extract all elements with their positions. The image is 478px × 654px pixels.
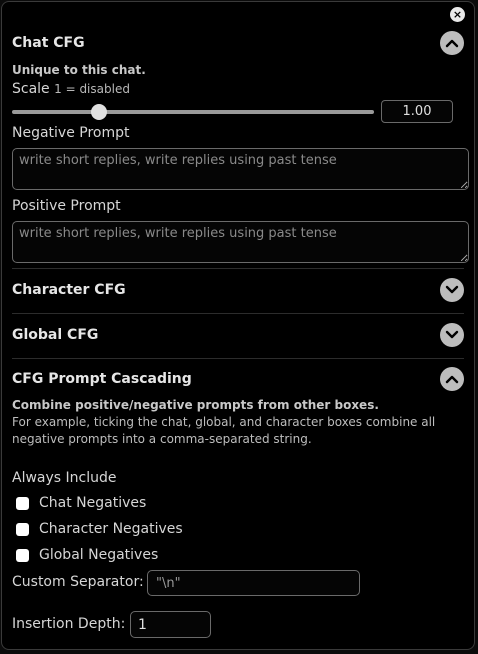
chat-cfg-subtitle: Unique to this chat. bbox=[12, 63, 146, 77]
divider bbox=[12, 358, 464, 359]
scale-slider-thumb[interactable] bbox=[91, 104, 107, 120]
global-negatives-checkbox[interactable] bbox=[16, 549, 29, 562]
chevron-up-icon[interactable] bbox=[440, 31, 464, 55]
global-cfg-title: Global CFG bbox=[12, 327, 99, 343]
chevron-down-icon[interactable] bbox=[440, 278, 464, 302]
scale-label-text: Scale bbox=[12, 81, 50, 97]
positive-prompt-textarea[interactable] bbox=[12, 221, 469, 263]
scale-hint: 1 = disabled bbox=[54, 82, 130, 96]
character-negatives-checkbox[interactable] bbox=[16, 523, 29, 536]
insertion-depth-input[interactable] bbox=[130, 611, 211, 638]
character-negatives-label: Character Negatives bbox=[39, 521, 183, 537]
insertion-depth-label: Insertion Depth: bbox=[12, 616, 126, 632]
chevron-down-icon[interactable] bbox=[440, 323, 464, 347]
chat-cfg-header[interactable]: Chat CFG bbox=[12, 31, 464, 57]
custom-separator-input[interactable] bbox=[147, 570, 360, 596]
always-include-label: Always Include bbox=[12, 470, 117, 486]
negative-prompt-textarea[interactable] bbox=[12, 148, 469, 190]
cascading-description: For example, ticking the chat, global, a… bbox=[12, 415, 436, 446]
scale-slider-track[interactable] bbox=[12, 110, 374, 114]
global-negatives-label: Global Negatives bbox=[39, 547, 159, 563]
chat-cfg-title: Chat CFG bbox=[12, 35, 85, 51]
scale-number-input[interactable]: 1.00 bbox=[381, 100, 453, 123]
cascading-header[interactable]: CFG Prompt Cascading bbox=[12, 367, 464, 393]
negative-prompt-label: Negative Prompt bbox=[12, 125, 130, 141]
global-cfg-header[interactable]: Global CFG bbox=[12, 323, 464, 349]
divider bbox=[12, 268, 464, 269]
chat-negatives-label: Chat Negatives bbox=[39, 495, 147, 511]
close-icon[interactable]: × bbox=[450, 7, 465, 22]
scale-label: Scale 1 = disabled bbox=[12, 81, 130, 97]
chevron-up-icon[interactable] bbox=[440, 367, 464, 391]
positive-prompt-label: Positive Prompt bbox=[12, 198, 121, 214]
chat-negatives-checkbox[interactable] bbox=[16, 497, 29, 510]
custom-separator-label: Custom Separator: bbox=[12, 574, 144, 590]
cfg-panel: × Chat CFG Unique to this chat. Scale 1 … bbox=[1, 1, 475, 650]
cascading-subtitle: Combine positive/negative prompts from o… bbox=[12, 398, 379, 412]
divider bbox=[12, 313, 464, 314]
character-cfg-title: Character CFG bbox=[12, 282, 126, 298]
cascading-title: CFG Prompt Cascading bbox=[12, 371, 192, 387]
character-cfg-header[interactable]: Character CFG bbox=[12, 278, 464, 304]
